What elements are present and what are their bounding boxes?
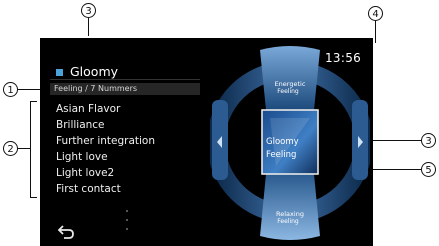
callout-5: 5 xyxy=(421,162,436,177)
scroll-dot xyxy=(126,228,128,230)
music-category-icon xyxy=(56,69,63,76)
wheel-top-segment[interactable] xyxy=(260,46,320,110)
scroll-dot xyxy=(126,210,128,212)
device-screen: Gloomy Feeling / 7 Nummers Asian Flavor … xyxy=(40,38,373,246)
relaxing-label-line2: Feeling xyxy=(277,218,299,225)
scroll-indicator xyxy=(126,210,129,237)
relaxing-label-line1: Relaxing xyxy=(276,210,304,218)
energetic-label-line1: Energetic xyxy=(274,80,306,88)
energetic-label-line2: Feeling xyxy=(277,88,299,95)
selected-mood-line2: Feeling xyxy=(266,150,297,160)
callout-3-top: 3 xyxy=(81,3,96,18)
callout-3-right: 3 xyxy=(421,133,436,148)
callout-2-bracket xyxy=(30,101,37,198)
callout-2-leader xyxy=(18,148,30,149)
back-button[interactable] xyxy=(56,224,80,242)
callout-2: 2 xyxy=(3,141,18,156)
header-divider xyxy=(50,79,200,80)
song-item[interactable]: Light love2 xyxy=(56,165,155,181)
song-item[interactable]: Further integration xyxy=(56,133,155,149)
callout-3-top-leader xyxy=(88,18,89,36)
song-item[interactable]: First contact xyxy=(56,181,155,197)
mood-subtitle: Feeling / 7 Nummers xyxy=(54,84,138,93)
selected-mood-line1: Gloomy xyxy=(266,137,299,147)
scroll-dot xyxy=(126,219,128,221)
callout-1: 1 xyxy=(3,82,18,97)
wheel-bottom-segment[interactable] xyxy=(260,174,320,240)
song-list: Asian Flavor Brilliance Further integrat… xyxy=(56,101,155,197)
song-item[interactable]: Asian Flavor xyxy=(56,101,155,117)
mood-title: Gloomy xyxy=(70,64,119,79)
back-arrow-icon xyxy=(57,225,74,239)
callout-4: 4 xyxy=(368,6,383,21)
song-item[interactable]: Light love xyxy=(56,149,155,165)
callout-4-leader xyxy=(375,21,376,43)
song-item[interactable]: Brilliance xyxy=(56,117,155,133)
